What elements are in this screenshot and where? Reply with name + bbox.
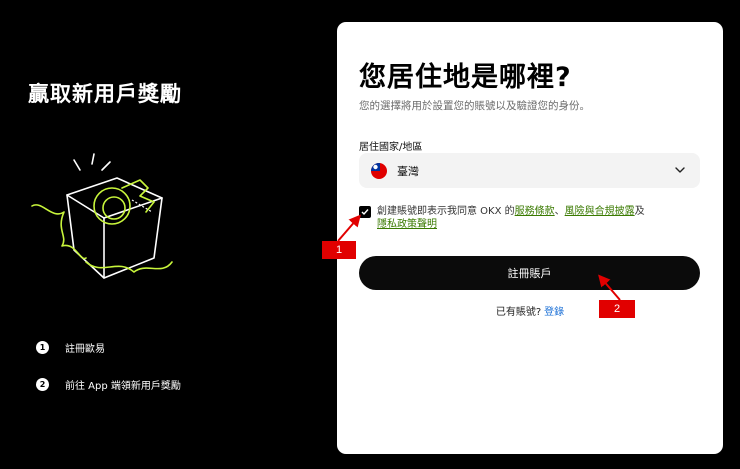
step-number: 2 bbox=[36, 378, 49, 391]
left-panel: 贏取新用戶獎勵 1 註冊歐易 2 前往 App 端領新用戶獎勵 bbox=[0, 0, 330, 469]
privacy-link[interactable]: 隱私政策聲明 bbox=[377, 219, 437, 230]
agreement-checkbox[interactable] bbox=[359, 206, 371, 218]
agreement-sep: 、 bbox=[554, 206, 565, 217]
step-item: 1 註冊歐易 bbox=[36, 340, 181, 355]
annotation-marker-1: 1 bbox=[322, 241, 356, 259]
step-label: 註冊歐易 bbox=[65, 344, 105, 355]
check-icon bbox=[361, 209, 369, 216]
login-link[interactable]: 登錄 bbox=[544, 307, 564, 318]
taiwan-flag-icon bbox=[371, 162, 387, 179]
country-label: 居住國家/地區 bbox=[359, 142, 423, 153]
chevron-down-icon bbox=[675, 167, 685, 173]
risk-disclosure-link[interactable]: 風險與合規披露 bbox=[565, 206, 635, 217]
step-number: 1 bbox=[36, 341, 49, 354]
step-label: 前往 App 端領新用戶獎勵 bbox=[65, 381, 181, 392]
terms-link[interactable]: 服務條款 bbox=[515, 206, 555, 217]
step-item: 2 前往 App 端領新用戶獎勵 bbox=[36, 377, 181, 392]
register-button[interactable]: 註冊賬戶 bbox=[359, 256, 700, 290]
promo-title: 贏取新用戶獎勵 bbox=[28, 82, 182, 106]
residence-card: 您居住地是哪裡? 您的選擇將用於設置您的賬號以及驗證您的身份。 居住國家/地區 … bbox=[337, 22, 723, 454]
login-prompt: 已有賬號? bbox=[495, 307, 542, 318]
agreement-row: 創建賬號即表示我同意 OKX 的服務條款、風險與合規披露及隱私政策聲明 bbox=[359, 205, 679, 231]
country-value: 臺灣 bbox=[397, 164, 419, 178]
page-title: 您居住地是哪裡? bbox=[359, 62, 572, 93]
agreement-prefix: 創建賬號即表示我同意 OKX 的 bbox=[377, 206, 515, 217]
country-select[interactable]: 臺灣 bbox=[359, 153, 700, 188]
agreement-text: 創建賬號即表示我同意 OKX 的服務條款、風險與合規披露及隱私政策聲明 bbox=[377, 205, 679, 231]
page-subtitle: 您的選擇將用於設置您的賬號以及驗證您的身份。 bbox=[359, 100, 590, 112]
annotation-marker-2: 2 bbox=[599, 300, 635, 318]
steps-list: 1 註冊歐易 2 前往 App 端領新用戶獎勵 bbox=[36, 340, 181, 414]
login-row: 已有賬號? 登錄 bbox=[337, 303, 723, 318]
gift-box-illustration bbox=[31, 153, 173, 279]
agreement-and: 及 bbox=[634, 206, 645, 217]
